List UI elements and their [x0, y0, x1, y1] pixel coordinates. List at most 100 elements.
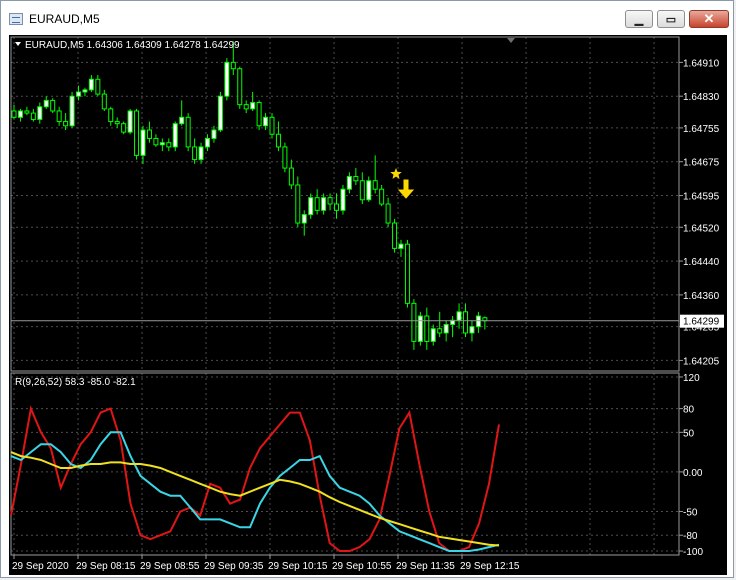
candle-body [430, 328, 436, 342]
candle-body [334, 203, 339, 211]
candle-body [134, 110, 140, 156]
maximize-button[interactable]: ▭ [657, 10, 685, 28]
candle-body [475, 315, 481, 328]
candle-body [11, 110, 17, 118]
candle-body [114, 121, 120, 125]
candle-body [127, 110, 133, 133]
price-tick-label: 1.64675 [683, 158, 720, 169]
time-tick-label: 29 Sep 10:15 [268, 561, 328, 572]
candle-body [95, 78, 101, 95]
price-tick-label: 1.64595 [683, 192, 720, 203]
maximize-icon: ▭ [665, 13, 677, 26]
candle-body [237, 68, 243, 106]
candle-body [179, 116, 185, 125]
candle-body [243, 104, 249, 110]
candle-body [417, 315, 423, 342]
candle-body [24, 110, 30, 114]
candle-body [282, 146, 288, 169]
indicator-tick-label: -50 [683, 507, 698, 518]
indicator-tick-label: 120 [683, 373, 700, 384]
close-icon: ✕ [703, 11, 715, 26]
candle-body [166, 142, 172, 148]
candle-body [205, 137, 210, 148]
candle-body [275, 133, 281, 148]
candle-body [185, 116, 191, 148]
candle-body [372, 180, 378, 190]
price-tick-label: 1.64910 [683, 58, 720, 69]
candle-body [192, 146, 198, 161]
candle-body [198, 146, 204, 161]
close-button[interactable]: ✕ [689, 10, 729, 28]
minimize-button[interactable]: ▁ [625, 10, 653, 28]
candle-body [327, 197, 333, 205]
candle-body [159, 142, 165, 146]
candle-body [263, 116, 269, 127]
candle-body [340, 188, 346, 211]
candle-body [308, 197, 314, 216]
candle-body [288, 167, 294, 186]
candle-body [82, 89, 88, 93]
candle-body [56, 110, 62, 123]
candle-body [17, 110, 23, 118]
candle-body [250, 102, 256, 110]
price-tick-label: 1.64205 [683, 356, 720, 367]
candle-body [30, 112, 36, 120]
window-title: EURAUD,M5 [29, 12, 100, 26]
candle-body [301, 214, 307, 224]
candle-body [121, 123, 127, 133]
candle-body [224, 61, 230, 97]
candle-body [69, 95, 75, 127]
current-price-label: 1.64299 [683, 317, 720, 328]
candle-body [463, 311, 468, 334]
candle-body [385, 203, 391, 224]
indicator-panel-header: R(9,26,52) 58.3 -85.0 -82.1 [15, 377, 136, 388]
candle-body [211, 129, 217, 139]
candle-body [146, 129, 152, 139]
candle-body [50, 99, 56, 112]
candle-body [295, 184, 301, 224]
chart-area[interactable]: 1.64910 1.64830 1.64755 1.64675 1.64595 1.645… [9, 35, 727, 575]
indicator-tick-label: 80 [683, 405, 695, 416]
candle-body [443, 323, 449, 334]
candle-body [321, 197, 327, 211]
time-tick-label: 29 Sep 08:55 [140, 561, 200, 572]
candle-body [346, 176, 352, 190]
candle-body [230, 61, 236, 70]
indicator-tick-label: -80 [683, 531, 698, 542]
indicator-tick-label: -100 [683, 547, 703, 558]
candle-body [256, 102, 262, 127]
price-tick-label: 1.64830 [683, 92, 720, 103]
candle-body [88, 78, 94, 91]
price-panel-header: EURAUD,M5 1.64306 1.64309 1.64278 1.6429… [25, 40, 240, 51]
candle-body [37, 106, 43, 120]
candle-body [469, 326, 475, 334]
candle-body [269, 116, 275, 135]
candle-body [140, 129, 146, 156]
time-tick-label: 29 Sep 10:55 [332, 561, 392, 572]
candle-body [456, 311, 462, 321]
candle-body [108, 108, 114, 123]
price-tick-label: 1.64440 [683, 257, 720, 268]
time-tick-label: 29 Sep 12:15 [460, 561, 520, 572]
price-tick-label: 1.64755 [683, 124, 720, 135]
time-tick-label: 29 Sep 11:35 [396, 561, 455, 572]
candle-body [76, 91, 81, 97]
time-tick-label: 29 Sep 09:35 [204, 561, 264, 572]
app-window: EURAUD,M5 ▁ ▭ ✕ 1.64910 1.64830 1.64755 1.6… [0, 0, 734, 578]
candle-body [392, 222, 398, 249]
candle-body [398, 243, 404, 249]
title-bar[interactable]: EURAUD,M5 ▁ ▭ ✕ [1, 1, 733, 35]
price-tick-label: 1.64520 [683, 223, 720, 234]
indicator-tick-label: 0.00 [683, 468, 703, 479]
candle-body [424, 315, 430, 342]
price-tick-label: 1.64360 [683, 291, 720, 302]
candle-body [172, 123, 178, 148]
chart-canvas[interactable]: 1.64910 1.64830 1.64755 1.64675 1.64595 1.645… [9, 35, 727, 575]
candle-body [437, 328, 443, 334]
candle-body [43, 99, 49, 108]
chart-background [9, 35, 727, 575]
candle-body [63, 121, 69, 127]
candle-body [217, 95, 223, 131]
time-tick-label: 29 Sep 2020 [12, 561, 69, 572]
chart-window-icon [9, 13, 23, 25]
